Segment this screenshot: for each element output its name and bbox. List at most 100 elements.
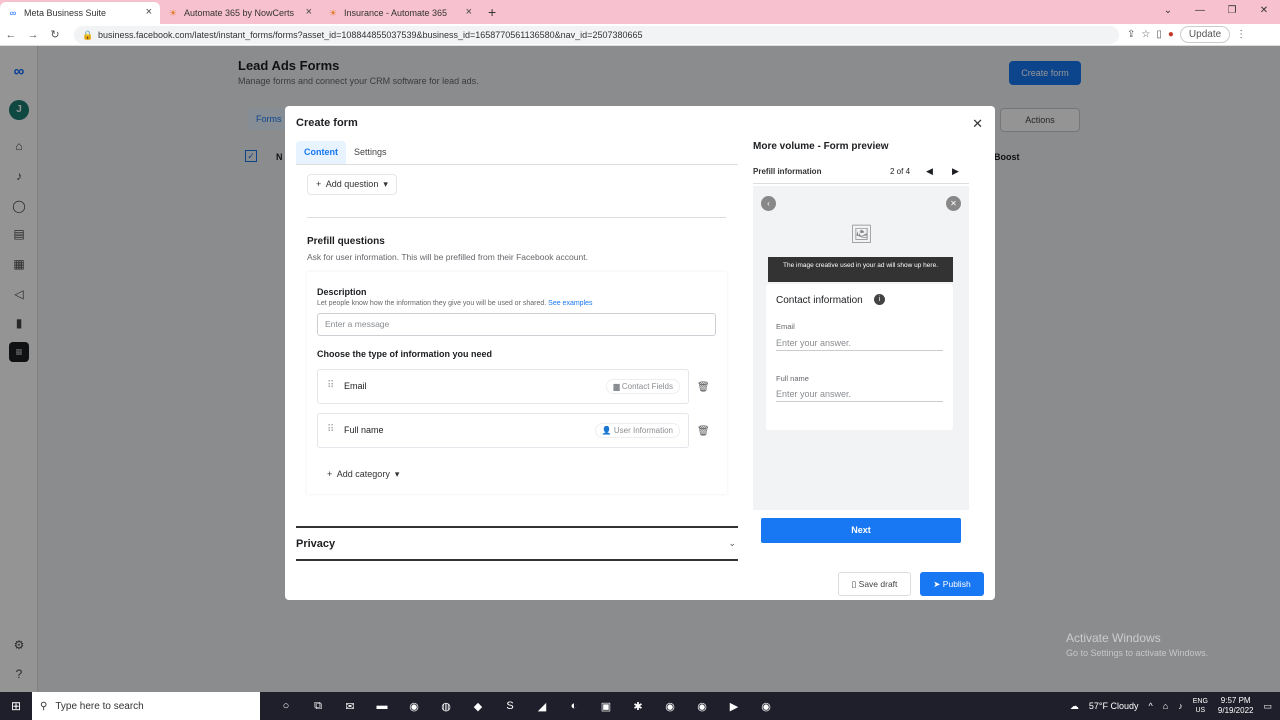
preview-contact-card: Contact information i Email Enter your a… [766, 284, 953, 430]
minimize-icon[interactable]: — [1184, 0, 1216, 24]
taskbar-search-input[interactable]: ⚲ Type here to search [32, 692, 260, 720]
language-code: ENG [1192, 698, 1208, 705]
preview-header: Prefill information 2 of 4 ◀ ▶ [753, 160, 969, 184]
meta-favicon-icon: ∞ [9, 8, 17, 18]
system-tray: ☁ 57°F Cloudy ^ ⌂ ♪ ENG US 9:57 PM 9/19/20… [1070, 692, 1272, 720]
add-question-label: Add question [325, 179, 379, 189]
network-icon[interactable]: ⌂ [1163, 701, 1168, 711]
info-icon: i [874, 294, 885, 305]
drag-handle-icon[interactable]: ⠿ [327, 424, 334, 435]
delete-email-trash-icon[interactable]: 🗑 [697, 382, 710, 393]
app-icon[interactable]: ◍ [430, 700, 462, 713]
plus-icon: + [316, 179, 322, 189]
add-category-button[interactable]: + Add category ▾ [327, 469, 399, 480]
browser-tab-bar: ∞ Meta Business Suite × ☀ Automate 365 b… [0, 0, 1280, 24]
chevron-down-icon[interactable]: ⌄ [728, 538, 736, 549]
preview-prev-icon[interactable]: ◀ [926, 166, 933, 177]
preview-close-icon: ✕ [946, 196, 961, 211]
privacy-section[interactable]: Privacy ⌄ [296, 526, 738, 561]
add-question-button[interactable]: + Add question ▾ [307, 174, 397, 195]
image-placeholder-icon: 🖼 [850, 224, 873, 244]
description-input[interactable]: Enter a message [317, 313, 716, 336]
preview-next-icon[interactable]: ▶ [952, 166, 959, 177]
drag-handle-icon[interactable]: ⠿ [327, 380, 334, 391]
file-explorer-icon[interactable]: ▬ [366, 700, 398, 713]
tab-settings[interactable]: Settings [346, 141, 395, 164]
app-icon[interactable]: ▣ [590, 700, 622, 713]
close-tab-icon[interactable]: × [306, 6, 312, 18]
close-window-icon[interactable]: ✕ [1248, 0, 1280, 24]
privacy-label: Privacy [296, 538, 336, 550]
delete-full-name-trash-icon[interactable]: 🗑 [697, 426, 710, 437]
clock[interactable]: 9:57 PM 9/19/2022 [1218, 696, 1254, 716]
restore-icon[interactable]: ❐ [1216, 0, 1248, 24]
close-tab-icon[interactable]: × [146, 6, 152, 18]
taskbar-search-placeholder: Type here to search [55, 700, 144, 712]
tab-list-icon[interactable]: ⌄ [1152, 0, 1184, 24]
browser-tab-automate-365[interactable]: ☀ Automate 365 by NowCerts × [160, 2, 320, 24]
close-icon[interactable]: ✕ [972, 116, 983, 132]
slack-icon[interactable]: ✱ [622, 700, 654, 713]
choose-info-label: Choose the type of information you need [317, 349, 493, 359]
app-icon[interactable]: ◆ [462, 700, 494, 713]
field-category-label: Contact Fields [621, 382, 673, 391]
clock-time: 9:57 PM [1220, 696, 1251, 705]
skype-icon[interactable]: S [494, 700, 526, 713]
tab-label: Meta Business Suite [24, 8, 107, 18]
weather-icon[interactable]: ☁ [1070, 701, 1079, 712]
volume-icon[interactable]: ♪ [1178, 701, 1183, 711]
back-icon[interactable]: ← [0, 29, 22, 41]
profile-icon[interactable]: ● [1168, 29, 1174, 40]
weather-text[interactable]: 57°F Cloudy [1089, 701, 1139, 711]
language-indicator[interactable]: ENG US [1193, 697, 1208, 715]
chrome-icon[interactable]: ◉ [654, 700, 686, 713]
browser-tab-insurance[interactable]: ☀ Insurance - Automate 365 × [320, 2, 480, 24]
notifications-tray-icon[interactable]: ▭ [1263, 701, 1272, 712]
chrome-icon[interactable]: ◉ [750, 700, 782, 713]
forward-icon[interactable]: → [22, 29, 44, 41]
field-row-email[interactable]: ⠿ Email ▆ Contact Fields [317, 369, 689, 404]
app-icon[interactable]: ◢ [526, 700, 558, 713]
document-icon: ▯ [851, 579, 857, 589]
chrome-icon[interactable]: ◉ [398, 700, 430, 713]
taskbar-apps: ○ ⧉ ✉ ▬ ◉ ◍ ◆ S ◢ ◐ ▣ ✱ ◉ ◉ ▶ ◉ [270, 700, 782, 713]
send-icon: ➤ [933, 579, 941, 589]
automate-favicon-icon: ☀ [168, 8, 178, 18]
preview-card-title: Contact information [776, 295, 863, 306]
window-controls: ⌄ — ❐ ✕ [1152, 0, 1280, 24]
see-examples-link[interactable]: See examples [548, 300, 592, 307]
caret-down-icon: ▾ [394, 469, 400, 479]
cortana-icon[interactable]: ○ [270, 700, 302, 713]
tray-overflow-icon[interactable]: ^ [1149, 701, 1153, 711]
field-category-label: User Information [613, 426, 673, 435]
update-button[interactable]: Update [1179, 26, 1231, 43]
close-tab-icon[interactable]: × [466, 6, 472, 18]
lock-icon: 🔒 [82, 29, 94, 40]
bookmark-star-icon[interactable]: ☆ [1141, 29, 1150, 40]
plus-icon: + [327, 469, 333, 479]
save-draft-label: Save draft [858, 579, 898, 589]
reload-icon[interactable]: ↻ [44, 28, 66, 41]
save-draft-button[interactable]: ▯ Save draft [838, 572, 911, 596]
edge-icon[interactable]: ◐ [558, 700, 590, 713]
task-view-icon[interactable]: ⧉ [302, 700, 334, 713]
tab-content[interactable]: Content [296, 141, 346, 164]
share-icon[interactable]: ⇪ [1127, 29, 1135, 40]
field-row-full-name[interactable]: ⠿ Full name 👤 User Information [317, 413, 689, 448]
mail-icon[interactable]: ✉ [334, 700, 366, 713]
sidebar-icon[interactable]: ▯ [1156, 29, 1162, 40]
more-menu-icon[interactable]: ⋮ [1236, 29, 1246, 40]
chrome-icon[interactable]: ◉ [686, 700, 718, 713]
form-preview-frame: ‹ ✕ 🖼 The image creative used in your ad… [753, 186, 969, 510]
url-field[interactable]: 🔒 business.facebook.com/latest/instant_f… [74, 25, 1119, 44]
zoom-icon[interactable]: ▶ [718, 700, 750, 713]
preview-next-button[interactable]: Next [761, 518, 961, 543]
new-tab-icon[interactable]: + [488, 2, 496, 24]
windows-start-icon[interactable]: ⊞ [0, 699, 32, 713]
preview-back-icon: ‹ [761, 196, 776, 211]
browser-tab-meta-business-suite[interactable]: ∞ Meta Business Suite × [0, 2, 160, 24]
preview-field-answer: Enter your answer. [776, 338, 943, 351]
publish-button[interactable]: ➤ Publish [920, 572, 984, 596]
tab-label: Insurance - Automate 365 [344, 8, 448, 18]
windows-taskbar: ⊞ ⚲ Type here to search ○ ⧉ ✉ ▬ ◉ ◍ ◆ S … [0, 692, 1280, 720]
